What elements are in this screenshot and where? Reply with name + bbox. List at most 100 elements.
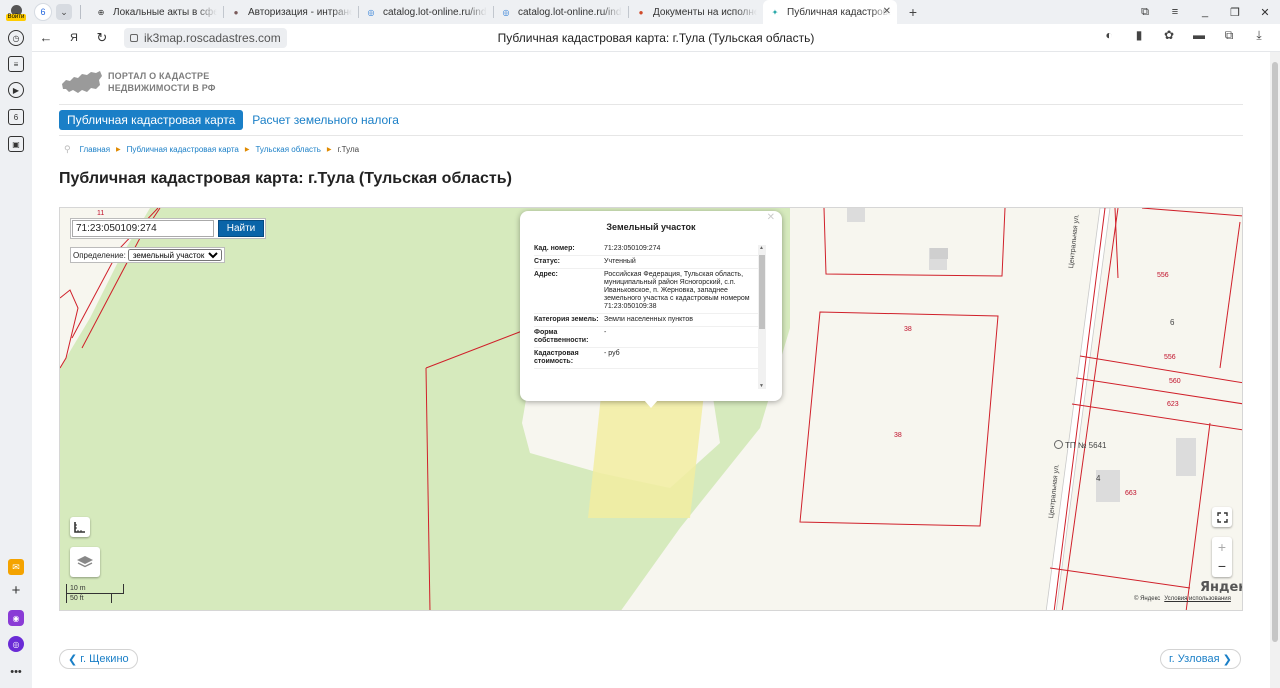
close-tab-icon[interactable]: ✕ [883, 6, 891, 17]
map-label: 11 [97, 210, 105, 217]
breadcrumb-arrow-icon: ▶ [116, 147, 121, 153]
fullscreen-button[interactable] [1212, 507, 1232, 527]
site-logo[interactable]: ПОРТАЛ О КАДАСТРЕ НЕДВИЖИМОСТИ В РФ [60, 68, 216, 96]
popup-row: Адрес: Российская Федерация, Тульская обл… [534, 269, 766, 314]
url-text: ik3map.roscadastres.com [144, 30, 281, 45]
zoom-control: + − [1212, 537, 1232, 577]
profile-button[interactable]: Войти [0, 0, 32, 24]
browser-tab[interactable]: ◎ catalog.lot-online.ru/inde [359, 0, 493, 24]
mail-icon[interactable]: ✉ [8, 559, 24, 575]
tab-title: catalog.lot-online.ru/inde [518, 6, 622, 18]
favicon-icon: ◎ [502, 7, 510, 17]
terms-link[interactable]: Условия использования [1164, 596, 1231, 602]
russia-map-icon [62, 71, 102, 93]
browser-tabbar: Войти 6 ⌄ ⊕ Локальные акты в сфере ● Автори… [0, 0, 1280, 24]
popup-row: Кад. номер: 71:23:050109:274 [534, 243, 766, 256]
popup-row: Кадастровая стоимость: - руб [534, 348, 766, 369]
definition-select[interactable]: земельный участок [127, 249, 222, 261]
map-label: 4 [1096, 474, 1101, 483]
share-icon[interactable]: ⧉ [1214, 28, 1244, 43]
page-title: Публичная кадастровая карта: г.Тула (Тул… [59, 170, 512, 187]
popup-row: Форма собственности: - [534, 327, 766, 348]
more-icon[interactable]: ••• [8, 664, 24, 680]
map-label: 556 [1164, 354, 1176, 361]
popup-row: Категория земель: Земли населенных пункто… [534, 314, 766, 327]
counter-icon[interactable]: 6 [8, 109, 24, 125]
page-scrollbar[interactable] [1270, 52, 1280, 688]
chevron-right-icon: ❯ [1219, 653, 1232, 666]
cadastral-number-input[interactable] [72, 220, 214, 237]
yandex-logo[interactable]: Яндекс [1200, 580, 1242, 595]
browser-tab[interactable]: ◎ catalog.lot-online.ru/inde [494, 0, 628, 24]
prev-city-button[interactable]: ❮ г. Щекино [59, 649, 138, 669]
yandex-icon[interactable]: Я [60, 24, 88, 52]
nav-land-tax[interactable]: Расчет земельного налога [252, 113, 399, 127]
breadcrumb-home[interactable]: Главная [80, 145, 110, 154]
browser-tab[interactable]: ⊕ Локальные акты в сфере [89, 0, 223, 24]
scale-metric: 10 m [66, 584, 124, 594]
restore-button[interactable]: ❐ [1220, 6, 1250, 19]
tab-count-badge[interactable]: 6 [34, 3, 52, 21]
map-label: 663 [1125, 490, 1137, 497]
window-controls: ⧉ ≡ _ ❐ ✕ [1130, 0, 1280, 24]
browser-tab[interactable]: ✦ Публичная кадастровая ✕ [763, 0, 897, 24]
download-icon[interactable]: ⤓ [1244, 28, 1274, 43]
address-bar: ← Я ↻ ik3map.roscadastres.com Публичная … [32, 24, 1280, 52]
notes-icon[interactable]: ≡ [8, 56, 24, 72]
popup-row-key: Кад. номер: [534, 245, 575, 252]
ruler-button[interactable] [70, 517, 90, 537]
favicon-icon: ● [638, 7, 644, 17]
new-tab-button[interactable]: + [903, 2, 923, 22]
zoom-in-button[interactable]: + [1218, 537, 1226, 557]
browser-tab[interactable]: ● Документы на исполнен [629, 0, 763, 24]
breadcrumb-map[interactable]: Публичная кадастровая карта [127, 145, 239, 154]
translate-icon[interactable]: ◐ [1094, 28, 1124, 43]
prev-city-label: г. Щекино [80, 653, 129, 665]
minimize-button[interactable]: _ [1190, 6, 1220, 18]
map-scale: 10 m 50 ft [66, 584, 124, 603]
popup-row: Статус: Учтенный [534, 256, 766, 269]
close-window-button[interactable]: ✕ [1250, 6, 1280, 19]
map-label: 38 [904, 326, 912, 333]
messenger-icon[interactable]: ◉ [8, 610, 24, 626]
chevron-down-icon[interactable]: ⌄ [56, 4, 72, 20]
favicon-icon: ◎ [367, 7, 375, 17]
reader-icon[interactable]: ▬ [1184, 28, 1214, 43]
alice-icon[interactable]: ◎ [8, 636, 24, 652]
map-label: 6 [1170, 318, 1175, 327]
bookmark-icon[interactable]: ▮ [1124, 28, 1154, 43]
play-icon[interactable]: ▶ [8, 82, 24, 98]
map-label: 556 [1157, 272, 1169, 279]
browser-tab[interactable]: ● Авторизация - интранет [224, 0, 358, 24]
reload-button[interactable]: ↻ [88, 24, 116, 52]
tab-title: Документы на исполнен [653, 6, 757, 18]
back-button[interactable]: ← [32, 24, 60, 52]
browser-sidebar: ◷ ≡ ▶ 6 ▣ ✉ + ◉ ◎ ••• [0, 24, 32, 688]
bookmarks-icon[interactable]: ⧉ [1130, 6, 1160, 19]
scroll-up-icon[interactable]: ▲ [759, 245, 764, 251]
substation-icon [1054, 440, 1063, 449]
fullscreen-icon [1216, 511, 1228, 523]
url-field[interactable]: ik3map.roscadastres.com [124, 27, 287, 48]
popup-scrollbar[interactable]: ▲ ▼ [758, 245, 766, 389]
menu-icon[interactable]: ≡ [1160, 6, 1190, 18]
cadastral-map[interactable]: 11 38 38 556 556 560 623 663 6 4 7 ТП № … [59, 207, 1243, 611]
find-button[interactable]: Найти [218, 220, 264, 237]
history-icon[interactable]: ◷ [8, 30, 24, 46]
add-panel-icon[interactable]: + [8, 582, 24, 599]
popup-row-value: Российская Федерация, Тульская область, … [604, 271, 750, 310]
favicon-icon: ✦ [771, 7, 779, 17]
popup-title: Земельный участок [606, 222, 696, 232]
next-city-button[interactable]: г. Узловая ❯ [1160, 649, 1241, 669]
screenshot-icon[interactable]: ▣ [8, 136, 24, 152]
popup-row-key: Категория земель: [534, 316, 599, 323]
nav-cadastral-map[interactable]: Публичная кадастровая карта [59, 110, 244, 130]
layers-button[interactable] [70, 547, 100, 577]
zoom-out-button[interactable]: − [1218, 557, 1226, 577]
extension-icon[interactable]: ✿ [1154, 28, 1184, 43]
header-divider [59, 104, 1243, 105]
scroll-down-icon[interactable]: ▼ [759, 383, 764, 389]
lock-icon [130, 33, 138, 42]
breadcrumb-region[interactable]: Тульская область [255, 145, 320, 154]
layers-icon [77, 556, 93, 568]
